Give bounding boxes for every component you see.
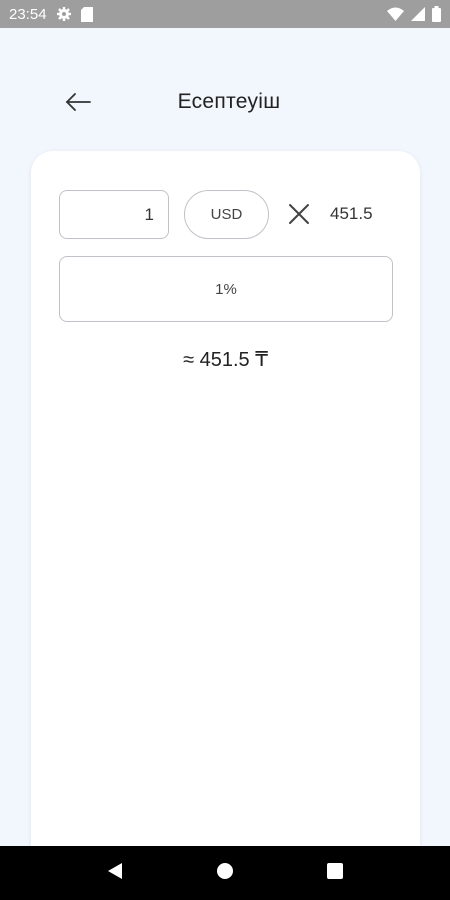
wifi-icon <box>387 7 404 21</box>
recents-square-icon <box>327 862 343 884</box>
conversion-result: ≈ 451.5 ₸ <box>183 349 268 371</box>
signal-icon <box>411 7 425 21</box>
app-header: Есептеуіш <box>0 28 450 158</box>
nav-back-button[interactable] <box>100 858 130 888</box>
close-x-icon <box>288 203 310 225</box>
sd-card-icon <box>80 6 93 22</box>
nav-recents-button[interactable] <box>320 858 350 888</box>
fee-select[interactable]: 1% <box>59 256 393 322</box>
currency-select[interactable]: USD <box>184 190 269 239</box>
battery-icon <box>432 6 441 22</box>
page-title: Есептеуіш <box>177 90 281 113</box>
calculator-card: USD 451.5 1% ≈ 451.5 ₸ <box>31 151 420 871</box>
amount-input[interactable] <box>59 190 169 239</box>
back-triangle-icon <box>107 862 123 885</box>
home-circle-icon <box>216 862 234 885</box>
exchange-rate: 451.5 <box>330 204 373 223</box>
system-nav-bar <box>0 846 450 900</box>
status-time: 23:54 <box>9 5 47 23</box>
gear-icon <box>56 6 72 22</box>
status-bar: 23:54 <box>0 0 450 28</box>
nav-home-button[interactable] <box>210 858 240 888</box>
